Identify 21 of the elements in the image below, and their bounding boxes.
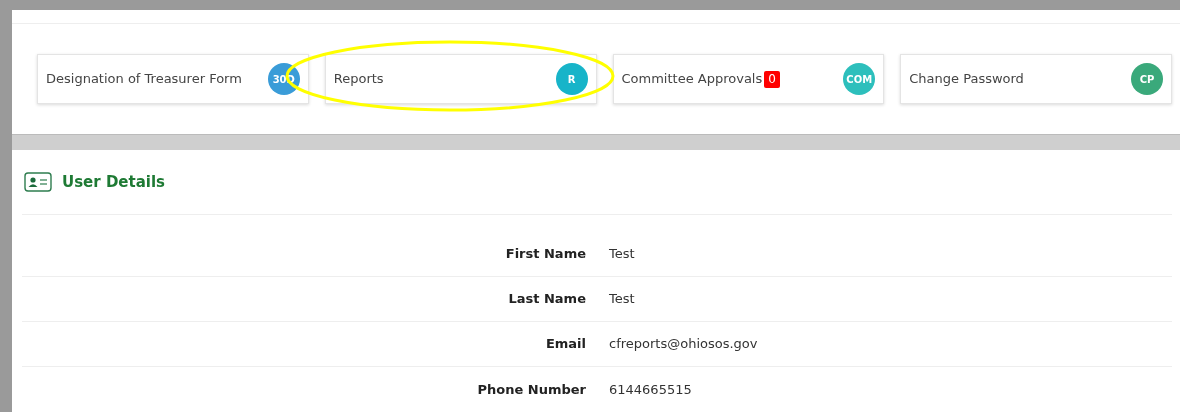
- initials-avatar: CP: [1131, 63, 1163, 95]
- field-value: Test: [608, 290, 635, 309]
- field-value: cfreports@ohiosos.gov: [608, 335, 758, 354]
- field-label: First Name: [504, 245, 586, 264]
- field-label: Phone Number: [476, 380, 586, 399]
- field-label: Email: [544, 335, 586, 354]
- tile-label: Reports: [333, 70, 384, 89]
- count-badge: 0: [764, 70, 780, 88]
- tile-label: Designation of Treasurer Form: [46, 70, 242, 89]
- field-label: Last Name: [507, 290, 586, 309]
- section-title: User Details: [62, 171, 166, 193]
- id-card-icon: [24, 172, 52, 192]
- tile-label: Change Password: [909, 70, 1024, 89]
- initials-avatar: R: [555, 63, 588, 95]
- tile-label: Committee Approvals: [621, 70, 763, 89]
- menu-tile[interactable]: Committee Approvals 0 COM: [612, 54, 885, 104]
- initials-avatar: COM: [843, 63, 876, 95]
- field-value: Test: [608, 245, 635, 264]
- menu-tile[interactable]: Change Password CP: [900, 54, 1172, 104]
- menu-tile[interactable]: Reports R: [324, 54, 597, 104]
- field-value: 6144665515: [608, 380, 692, 399]
